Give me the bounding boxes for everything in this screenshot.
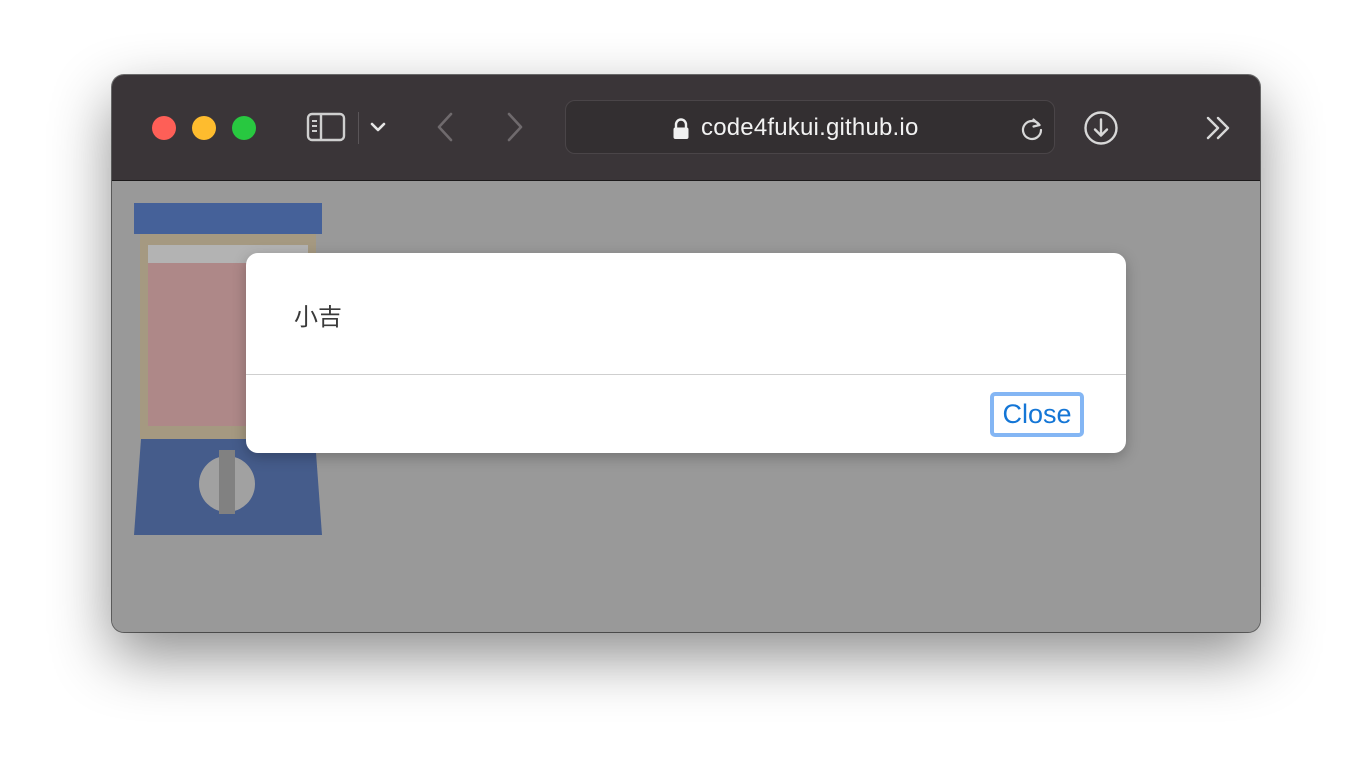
browser-toolbar: code4fukui.github.io — [112, 75, 1260, 181]
alert-dialog: 小吉 Close — [246, 253, 1126, 453]
window-zoom-button[interactable] — [232, 116, 256, 140]
window-close-button[interactable] — [152, 116, 176, 140]
url-text: code4fukui.github.io — [701, 114, 919, 141]
lock-icon — [672, 118, 690, 140]
chevron-left-icon[interactable] — [430, 109, 460, 145]
double-chevron-right-icon[interactable] — [1204, 113, 1234, 143]
window-minimize-button[interactable] — [192, 116, 216, 140]
browser-window: code4fukui.github.io 小吉 Close — [112, 75, 1260, 632]
chevron-right-icon[interactable] — [500, 109, 530, 145]
close-button[interactable]: Close — [990, 392, 1084, 437]
chevron-down-icon[interactable] — [366, 115, 390, 139]
sidebar-icon[interactable] — [304, 110, 348, 144]
address-bar[interactable]: code4fukui.github.io — [565, 100, 1055, 154]
dialog-divider — [246, 374, 1126, 375]
dialog-message: 小吉 — [294, 303, 342, 331]
toolbar-divider — [358, 112, 359, 144]
page-content: 小吉 Close — [112, 181, 1260, 632]
reload-icon[interactable] — [1018, 115, 1046, 143]
download-icon[interactable] — [1082, 109, 1120, 147]
